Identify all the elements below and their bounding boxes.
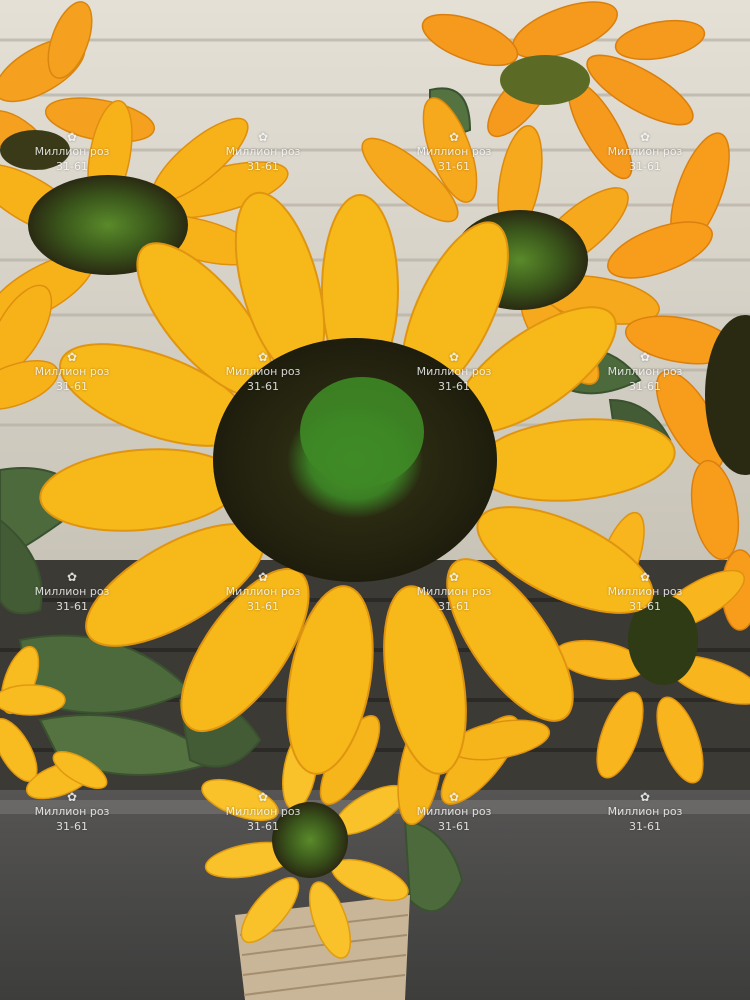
photo-scene: ✿ Миллион роз 31-61 ✿ Миллион роз 31-61 ✿ Милли… (0, 0, 750, 1000)
sunflower-bouquet-photo (0, 0, 750, 1000)
